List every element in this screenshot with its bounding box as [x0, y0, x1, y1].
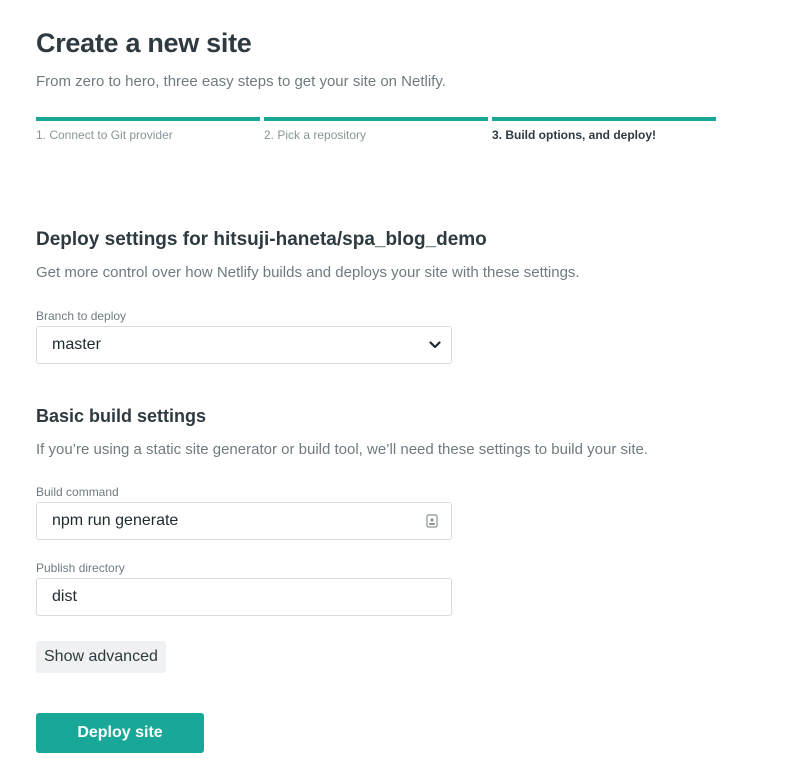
- branch-label: Branch to deploy: [36, 309, 127, 323]
- page-subtitle: From zero to hero, three easy steps to g…: [36, 73, 446, 90]
- deploy-settings-description: Get more control over how Netlify builds…: [36, 264, 580, 281]
- build-command-field: [36, 502, 452, 540]
- step-build-deploy: 3. Build options, and deploy!: [492, 117, 716, 142]
- build-settings-title: Basic build settings: [36, 406, 207, 426]
- deploy-settings-title: Deploy settings for hitsuji-haneta/spa_b…: [36, 229, 487, 250]
- build-settings-description: If you’re using a static site generator …: [36, 441, 649, 458]
- publish-directory-label: Publish directory: [36, 561, 125, 575]
- build-command-input[interactable]: [37, 503, 423, 539]
- publish-directory-input[interactable]: [37, 579, 451, 615]
- create-site-page: Create a new site From zero to hero, thr…: [0, 0, 788, 779]
- branch-select-value: master: [52, 336, 101, 353]
- step-progress: 1. Connect to Git provider 2. Pick a rep…: [36, 117, 720, 142]
- step-connect-git: 1. Connect to Git provider: [36, 117, 260, 142]
- step-pick-repository: 2. Pick a repository: [264, 117, 488, 142]
- deploy-site-button[interactable]: Deploy site: [36, 713, 204, 753]
- lock-icon[interactable]: [423, 512, 441, 530]
- branch-select[interactable]: master: [36, 326, 452, 364]
- publish-directory-field: [36, 578, 452, 616]
- build-command-label: Build command: [36, 485, 119, 499]
- page-title: Create a new site: [36, 28, 252, 58]
- show-advanced-button[interactable]: Show advanced: [36, 641, 166, 673]
- chevron-down-icon: [425, 335, 445, 355]
